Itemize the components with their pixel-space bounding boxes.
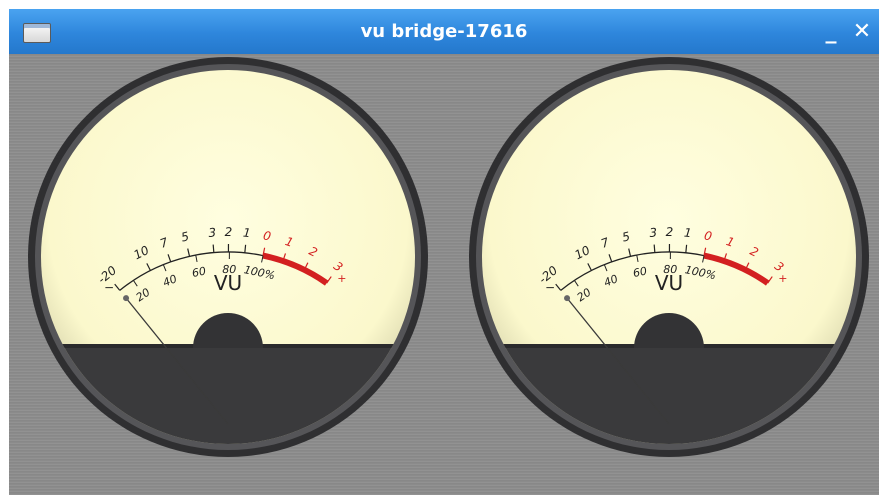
percent-scale-label: 60	[191, 265, 207, 280]
db-tick	[244, 244, 247, 253]
vu-meter-graphic: -2010 7 5 3 2 1 0 1232040 60 80 100%−+ VU	[469, 57, 869, 457]
db-scale-label: 1	[242, 226, 251, 241]
meters-panel: -20 10 7 5 3 2 1 0 1 2 3 20 40 60 80 100% − + VU	[9, 54, 879, 495]
db-scale-label: 2	[666, 225, 674, 239]
vu-meter-left: -20 10 7 5 3 2 1 0 1 2 3 20 40 60 80 100% − + VU	[9, 54, 449, 495]
db-scale-label: 3	[649, 225, 658, 240]
title-bar[interactable]: vu bridge-17616 _ ✕	[9, 9, 879, 54]
db-scale-label: 3	[208, 225, 217, 240]
needle-tip	[123, 295, 130, 302]
percent-scale-label: 60	[632, 265, 648, 280]
db-scale-label: 2	[225, 225, 233, 239]
vu-meter-graphic: -2010 7 5 3 2 1 0 1232040 60 80 100%−+ VU	[28, 57, 428, 457]
db-tick	[685, 244, 688, 253]
minus-mark: −	[545, 281, 555, 295]
app-window: vu bridge-17616 _ ✕ -20 10 7 5 3 2 1 0 1…	[9, 9, 879, 495]
plus-mark: +	[778, 272, 787, 285]
vu-meter-right: -20 10 7 5 3 2 1 0 1 2 3 20 40 60 80 100% − + VU	[450, 54, 880, 495]
vu-label: VU	[655, 271, 683, 295]
db-tick	[653, 244, 656, 253]
minimize-button[interactable]: _	[821, 18, 841, 46]
minus-mark: −	[104, 281, 114, 295]
window-title: vu bridge-17616	[360, 21, 528, 42]
db-scale-label: 1	[683, 226, 692, 241]
vu-label: VU	[214, 271, 242, 295]
plus-mark: +	[337, 272, 346, 285]
close-button[interactable]: ✕	[851, 18, 873, 46]
needle-tip	[564, 295, 571, 302]
db-tick	[212, 244, 215, 253]
